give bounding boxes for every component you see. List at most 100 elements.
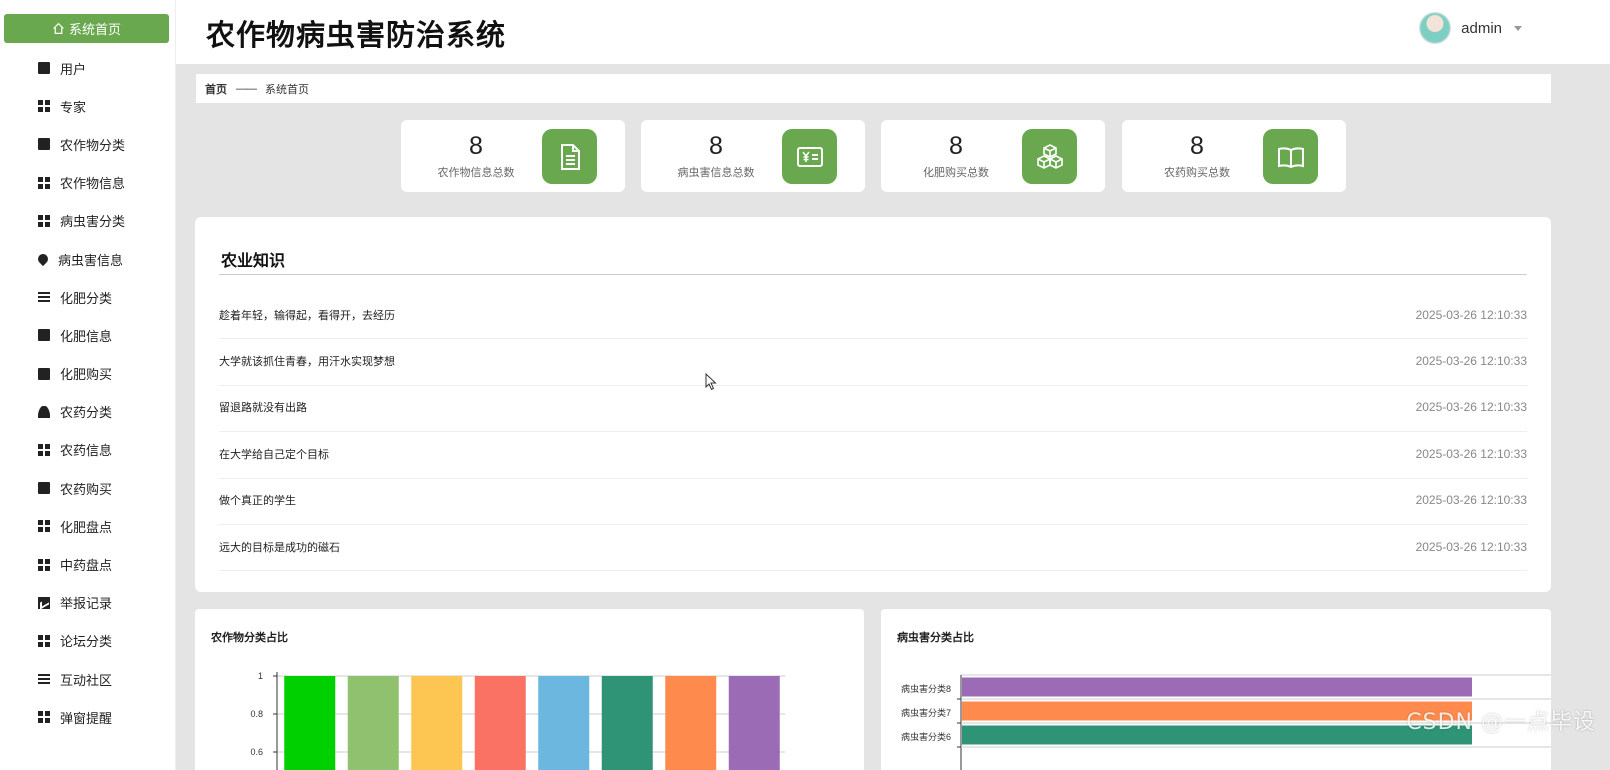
knowledge-item[interactable]: 趁着年轻，输得起，看得开，去经历 2025-03-26 12:10:33 xyxy=(219,293,1527,340)
sidebar-item-label: 农药购买 xyxy=(60,481,113,497)
app-title: 农作物病虫害防治系统 xyxy=(206,20,507,52)
sidebar-item[interactable]: 互动社区 xyxy=(0,660,176,698)
sidebar-item-home[interactable]: 系统首页 xyxy=(4,14,169,43)
grid-icon xyxy=(38,100,50,113)
knowledge-title: 农业知识 xyxy=(221,253,286,270)
cubes-icon xyxy=(1022,129,1077,184)
grid-icon xyxy=(38,176,50,189)
y-tick-label: 0.8 xyxy=(250,709,263,719)
knowledge-item-title[interactable]: 大学就该抓住青春，用汗水实现梦想 xyxy=(219,353,395,369)
pest-category-chart-svg: 病虫害分类8 病虫害分类7 病虫害分类6 xyxy=(901,674,1551,770)
bar[interactable] xyxy=(665,676,717,770)
knowledge-item[interactable]: 留退路就没有出路 2025-03-26 12:10:33 xyxy=(219,386,1527,433)
bar[interactable] xyxy=(601,676,653,770)
knowledge-item[interactable]: 做个真正的学生 2025-03-26 12:10:33 xyxy=(219,479,1527,525)
list-icon xyxy=(38,673,50,686)
grid-icon xyxy=(38,711,50,724)
sidebar-item[interactable]: 化肥购买 xyxy=(0,355,176,393)
sidebar-item-label: 农药分类 xyxy=(60,405,113,421)
knowledge-item-title[interactable]: 趁着年轻，输得起，看得开，去经历 xyxy=(219,307,395,323)
y-tick-label: 病虫害分类8 xyxy=(901,683,951,694)
knowledge-item-date: 2025-03-26 12:10:33 xyxy=(1415,493,1527,508)
knowledge-item-title[interactable]: 在大学给自己定个目标 xyxy=(219,446,329,462)
grid-icon xyxy=(38,558,50,571)
stat-label: 病虫害信息总数 xyxy=(677,167,755,179)
divider xyxy=(219,274,1527,275)
bar[interactable] xyxy=(962,677,1472,697)
bar[interactable] xyxy=(474,676,526,770)
stat-value: 8 xyxy=(469,132,483,160)
sidebar-item[interactable]: 农作物分类 xyxy=(0,125,176,163)
stat-card-fertilizer: 8 化肥购买总数 xyxy=(881,120,1105,192)
sidebar-item[interactable]: 弹窗提醒 xyxy=(0,698,176,736)
stat-card-pesticide: 8 农药购买总数 xyxy=(1122,120,1346,192)
bar[interactable] xyxy=(347,676,399,770)
knowledge-item-title[interactable]: 做个真正的学生 xyxy=(219,492,296,508)
sidebar-item[interactable]: 病虫害分类 xyxy=(0,202,176,240)
knowledge-item[interactable]: 远大的目标是成功的磁石 2025-03-26 12:10:33 xyxy=(219,525,1527,572)
crop-category-chart: 农作物分类占比 1 0.8 0.6 xyxy=(195,609,864,770)
stat-value: 8 xyxy=(1190,132,1204,160)
bar[interactable] xyxy=(284,676,336,770)
user-menu[interactable]: admin xyxy=(1419,12,1522,44)
sidebar-item[interactable]: 病虫害信息 xyxy=(0,240,176,278)
bar[interactable] xyxy=(411,676,463,770)
sidebar-item[interactable]: 化肥信息 xyxy=(0,316,176,354)
sidebar-item[interactable]: 中药盘点 xyxy=(0,545,176,583)
stat-value: 8 xyxy=(709,132,723,160)
sidebar-item-label: 化肥盘点 xyxy=(60,519,113,535)
watermark: CSDN @一点毕设 xyxy=(1406,710,1596,735)
stat-label: 农药购买总数 xyxy=(1164,167,1230,179)
sidebar-item-label: 农作物分类 xyxy=(60,137,126,153)
stat-label: 农作物信息总数 xyxy=(437,167,515,179)
grid-icon xyxy=(38,214,50,227)
bar[interactable] xyxy=(728,676,780,770)
sidebar-item[interactable]: 用户 xyxy=(0,49,176,87)
sidebar-item-label: 化肥分类 xyxy=(60,290,113,306)
knowledge-item-date: 2025-03-26 12:10:33 xyxy=(1415,307,1527,322)
knowledge-item-date: 2025-03-26 12:10:33 xyxy=(1415,539,1527,554)
sidebar-item[interactable]: 农药信息 xyxy=(0,431,176,469)
yen-card-icon xyxy=(782,129,837,184)
user-name[interactable]: admin xyxy=(1461,20,1502,37)
book-icon xyxy=(1263,129,1318,184)
grid-icon xyxy=(38,520,50,533)
sidebar-nav: 用户专家农作物分类农作物信息 病虫害分类 病虫害信息化肥分类化肥信息 化肥购买农药分类… xyxy=(0,49,176,736)
sidebar-item[interactable]: 举报记录 xyxy=(0,584,176,622)
sidebar-item[interactable]: 农药分类 xyxy=(0,393,176,431)
sidebar-item-label: 互动社区 xyxy=(60,672,113,688)
knowledge-item-date: 2025-03-26 12:10:33 xyxy=(1415,446,1527,461)
sidebar-item-label: 用户 xyxy=(60,61,87,77)
knowledge-list: 趁着年轻，输得起，看得开，去经历 2025-03-26 12:10:33 大学就该抓… xyxy=(219,293,1527,572)
knowledge-item-title[interactable]: 留退路就没有出路 xyxy=(219,399,307,415)
y-tick-label: 1 xyxy=(258,671,263,681)
bar[interactable] xyxy=(962,725,1472,745)
mouse-cursor-icon xyxy=(705,373,717,391)
knowledge-item[interactable]: 大学就该抓住青春，用汗水实现梦想 2025-03-26 12:10:33 xyxy=(219,339,1527,386)
breadcrumb-home[interactable]: 首页 xyxy=(205,81,227,97)
stat-label: 化肥购买总数 xyxy=(923,167,989,179)
grid-icon xyxy=(38,634,50,647)
clipboard-icon xyxy=(38,62,50,75)
knowledge-item[interactable]: 在大学给自己定个目标 2025-03-26 12:10:33 xyxy=(219,432,1527,479)
avatar[interactable] xyxy=(1419,12,1452,44)
sidebar-item[interactable]: 化肥分类 xyxy=(0,278,176,316)
person-icon xyxy=(38,405,50,418)
pin-icon xyxy=(35,251,51,267)
sidebar-home-label: 系统首页 xyxy=(68,22,121,37)
bar[interactable] xyxy=(962,701,1472,721)
clipboard-check-icon xyxy=(38,367,50,380)
bar[interactable] xyxy=(538,676,590,770)
caret-down-icon[interactable] xyxy=(1514,25,1522,31)
sidebar-item[interactable]: 农药购买 xyxy=(0,469,176,507)
knowledge-item-date: 2025-03-26 12:10:33 xyxy=(1415,354,1527,369)
sidebar-item[interactable]: 农作物信息 xyxy=(0,164,176,202)
sidebar-item[interactable]: 化肥盘点 xyxy=(0,507,176,545)
y-tick-label: 病虫害分类6 xyxy=(901,731,951,742)
knowledge-item-title[interactable]: 远大的目标是成功的磁石 xyxy=(219,539,340,555)
breadcrumb: 首页 —— 系统首页 xyxy=(196,74,1551,103)
sidebar-item[interactable]: 论坛分类 xyxy=(0,622,176,660)
books-icon xyxy=(38,482,50,495)
sidebar-item[interactable]: 专家 xyxy=(0,87,176,125)
stat-card-pests: 8 病虫害信息总数 xyxy=(641,120,865,192)
